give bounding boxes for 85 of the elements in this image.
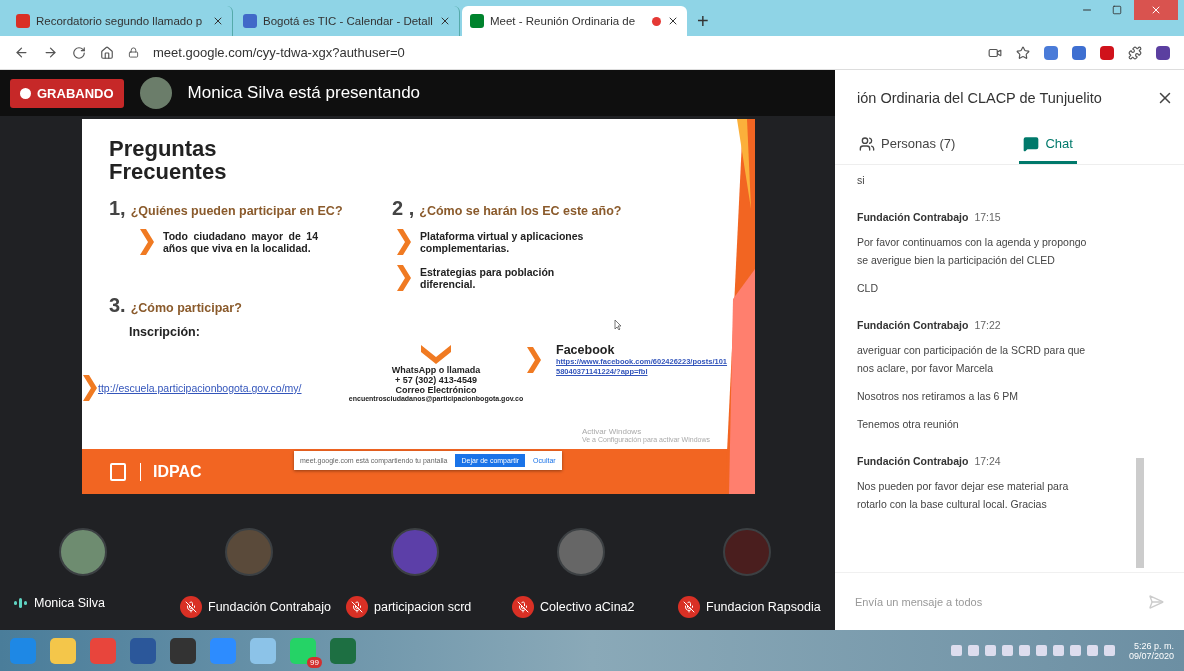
tray-icon[interactable] <box>1018 645 1030 656</box>
facebook-label: Facebook <box>556 343 616 358</box>
close-icon[interactable] <box>439 15 451 27</box>
message-sender: Fundación Contrabajo 17:24 <box>857 455 1002 467</box>
chat-message: si <box>857 173 866 188</box>
chevron-icon <box>82 374 98 403</box>
answer-text: Todo ciudadano mayor de 14 años que viva en la localidad. <box>163 230 318 255</box>
tray-icon[interactable] <box>950 645 962 656</box>
chevron-icon <box>419 343 453 366</box>
participant-avatar <box>225 528 273 576</box>
people-icon <box>859 135 875 152</box>
message-sender: Fundación Contrabajo 17:15 <box>857 211 1002 223</box>
chat-message: averiguar con participación de la SCRD para que nos aclare, por favor Marcela <box>857 343 1087 376</box>
chat-message: Nos pueden por favor dejar ese material para rotarlo con la base cultural local. Gracias <box>857 479 1070 512</box>
chat-message: Nosotros nos retiramos a las 6 PM <box>857 389 1020 404</box>
participant-avatar <box>391 528 439 576</box>
question-number: 1, <box>109 197 126 221</box>
participant-name: Fundación Contrabajo <box>208 600 331 614</box>
tray-icon[interactable] <box>1103 645 1115 656</box>
maximize-icon <box>1112 5 1122 15</box>
presenter-avatar <box>139 77 172 109</box>
answer-text: Estrategias para población diferencial. <box>420 266 556 291</box>
meeting-title: ión Ordinaria del CLACP de Tunjuelito <box>857 90 1102 106</box>
inscription-label: Inscripción: <box>128 325 201 340</box>
recording-indicator: GRABANDO <box>10 78 124 108</box>
tray-icon[interactable] <box>967 645 979 656</box>
browser-tab[interactable]: Meet - Reunión Ordinaria de <box>462 6 687 36</box>
question-number: 3. <box>109 294 126 318</box>
close-icon <box>1150 4 1162 16</box>
tray-icon[interactable] <box>1086 645 1098 656</box>
chevron-icon <box>396 228 412 257</box>
tray-icon[interactable] <box>1069 645 1081 656</box>
crest-icon <box>110 462 126 481</box>
notification-badge: 99 <box>307 656 322 668</box>
participant-name: Colectivo aCina2 <box>540 600 635 614</box>
tray-icon[interactable] <box>984 645 996 656</box>
back-icon[interactable] <box>14 45 29 60</box>
chat-message: CLD <box>857 281 879 296</box>
chat-message: Tenemos otra reunión <box>857 417 960 432</box>
panel-tab[interactable]: Personas (7) <box>855 126 960 164</box>
chevron-icon <box>526 346 542 375</box>
tray-icon[interactable] <box>1052 645 1064 656</box>
question-number: 2 , <box>392 197 415 221</box>
contact-text: + 57 (302) 413-4549 <box>395 375 477 386</box>
brand-name: IDPAC <box>140 462 202 481</box>
chat-message: Por favor continuamos con la agenda y propongo se averigue bien la participación del CLED <box>857 235 1088 268</box>
extension-icon[interactable] <box>1100 45 1114 60</box>
close-icon[interactable] <box>667 15 679 27</box>
reload-icon[interactable] <box>72 45 86 60</box>
bookmark-star-icon[interactable] <box>1016 45 1030 60</box>
new-tab-button[interactable]: + <box>689 6 717 36</box>
contact-text: Correo Electrónico <box>395 385 477 396</box>
forward-icon[interactable] <box>43 45 58 60</box>
profile-avatar-icon[interactable] <box>1156 45 1170 60</box>
home-icon[interactable] <box>100 45 114 60</box>
tray-icon[interactable] <box>1001 645 1013 656</box>
participant-avatar <box>557 528 605 576</box>
contact-text: WhatsApp o llamada <box>391 365 481 376</box>
close-icon[interactable] <box>212 15 224 27</box>
lock-icon <box>128 47 139 58</box>
chat-icon <box>1023 135 1040 152</box>
question-text: ¿Cómo se harán los EC este año? <box>419 204 622 219</box>
slide-title: Preguntas Frecuentes <box>109 137 228 184</box>
extension-icon[interactable] <box>1072 45 1086 60</box>
chevron-icon <box>396 264 412 293</box>
presenter-status: Monica Silva está presentando <box>187 83 421 103</box>
extensions-icon[interactable] <box>1128 45 1142 60</box>
address-field[interactable]: meet.google.com/cyy-tdwa-xgx?authuser=0 <box>153 45 405 60</box>
participant-name: Monica Silva <box>34 596 105 610</box>
participant-avatar <box>59 528 107 576</box>
send-icon[interactable] <box>1148 593 1164 610</box>
chevron-icon <box>139 228 155 257</box>
mouse-cursor-icon <box>614 319 622 331</box>
participant-name: Fundacion Rapsodia <box>706 600 821 614</box>
activation-notice-text: Activar Windows <box>582 427 643 436</box>
participant-avatar <box>723 528 771 576</box>
tray-icon[interactable] <box>1035 645 1047 656</box>
question-text: ¿Quiénes pueden participar en EC? <box>130 204 343 219</box>
message-sender: Fundación Contrabajo 17:22 <box>857 319 1002 331</box>
scrollbar[interactable] <box>1136 458 1144 568</box>
panel-tab[interactable]: Chat <box>1019 126 1077 164</box>
extension-icon[interactable] <box>1044 45 1058 60</box>
question-text: ¿Cómo participar? <box>130 301 242 316</box>
participant-name: participacion scrd <box>374 600 472 614</box>
answer-text: Plataforma virtual y aplicaciones complementarias. <box>420 230 585 255</box>
